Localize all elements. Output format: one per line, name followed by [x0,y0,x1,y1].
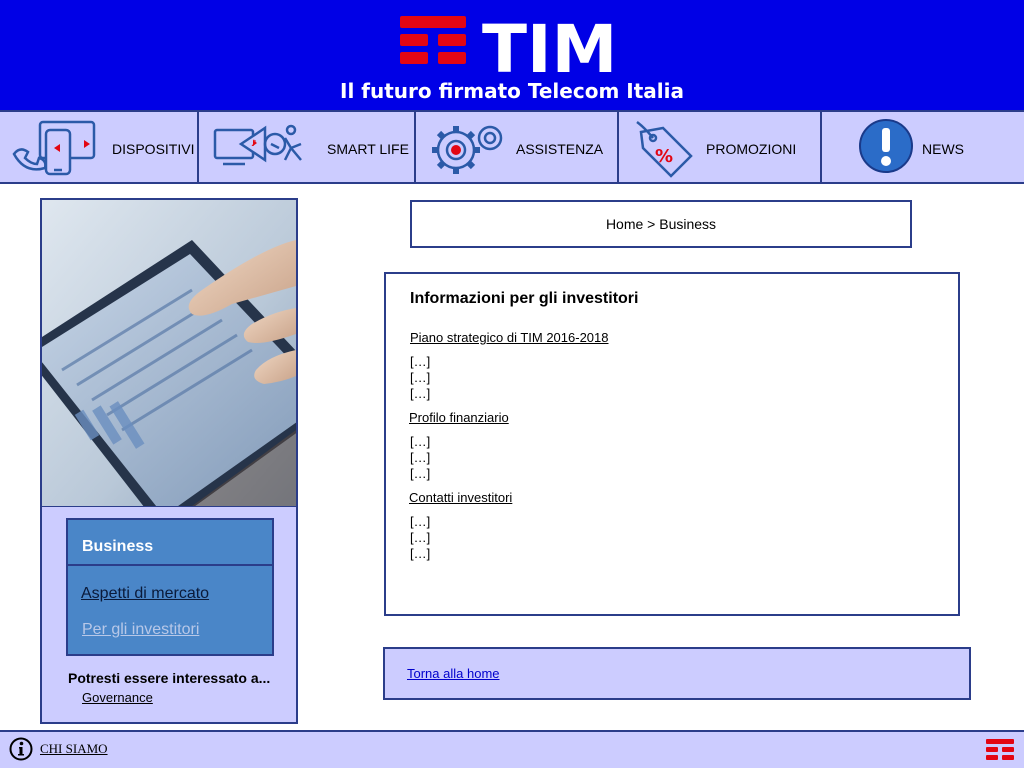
exclamation-icon [859,119,913,173]
back-home-link[interactable]: Torna alla home [407,666,500,681]
logo-text: TIM [482,14,617,76]
investor-info-panel: Informazioni per gli investitori Piano s… [384,272,960,616]
info-icon[interactable] [9,737,33,761]
chi-siamo-link[interactable]: CHI SIAMO [40,741,108,757]
tablet-hand-illustration [42,200,296,506]
svg-text:%: % [655,146,673,167]
interest-heading: Potresti essere interessato a... [68,670,271,686]
nav-item-dispositivi[interactable]: DISPOSITIVI [0,112,199,182]
menu-link-per-gli-investitori[interactable]: Per gli investitori [82,621,199,639]
site-footer: CHI SIAMO [0,730,1024,768]
placeholder-text: […] [410,466,431,481]
placeholder-text: […] [410,530,431,545]
governance-link[interactable]: Governance [82,690,153,705]
menu-divider [68,564,272,566]
link-piano-strategico[interactable]: Piano strategico di TIM 2016-2018 [410,330,609,345]
placeholder-text: […] [410,434,431,449]
back-home-box: Torna alla home [383,647,971,700]
gears-icon [432,125,503,174]
devices-icon [12,120,96,176]
main-nav: DISPOSITIVI ♪ SMART LIFE ASSISTENZA % PR… [0,110,1024,184]
menu-link-aspetti-di-mercato[interactable]: Aspetti di mercato [81,585,209,603]
site-header: TIM Il futuro firmato Telecom Italia [0,0,1024,110]
nav-label-promozioni: PROMOZIONI [706,141,797,157]
svg-text:♪: ♪ [251,139,257,149]
content-title: Informazioni per gli investitori [410,290,639,307]
placeholder-text: […] [410,450,431,465]
placeholder-text: […] [410,354,431,369]
nav-item-promozioni[interactable]: % PROMOZIONI [619,112,822,182]
discount-tag-icon: % [636,121,693,178]
nav-item-assistenza[interactable]: ASSISTENZA [416,112,619,182]
breadcrumb: Home > Business [410,200,912,248]
placeholder-text: […] [410,370,431,385]
left-sidebar: Business Aspetti di mercato Per gli inve… [40,198,298,724]
link-profilo-finanziario[interactable]: Profilo finanziario [409,410,509,425]
placeholder-text: […] [410,514,431,529]
tim-logo[interactable]: TIM [400,11,620,88]
menu-title: Business [82,538,154,555]
nav-label-news: NEWS [922,141,964,157]
tagline: Il futuro firmato Telecom Italia [340,79,684,103]
business-menu: Business Aspetti di mercato Per gli inve… [66,518,274,656]
placeholder-text: […] [410,386,431,401]
tim-mini-logo [986,739,1014,760]
tim-logo-mark: TIM [400,11,617,88]
nav-label-assistenza: ASSISTENZA [516,141,604,157]
placeholder-text: […] [410,546,431,561]
nav-label-dispositivi: DISPOSITIVI [112,141,195,157]
hero-image [42,200,296,507]
link-contatti-investitori[interactable]: Contatti investitori [409,490,512,505]
nav-item-smart-life[interactable]: ♪ SMART LIFE [199,112,416,182]
nav-label-smart-life: SMART LIFE [327,141,409,157]
nav-item-news[interactable]: NEWS [822,112,1024,182]
smart-life-icon: ♪ [213,124,302,166]
